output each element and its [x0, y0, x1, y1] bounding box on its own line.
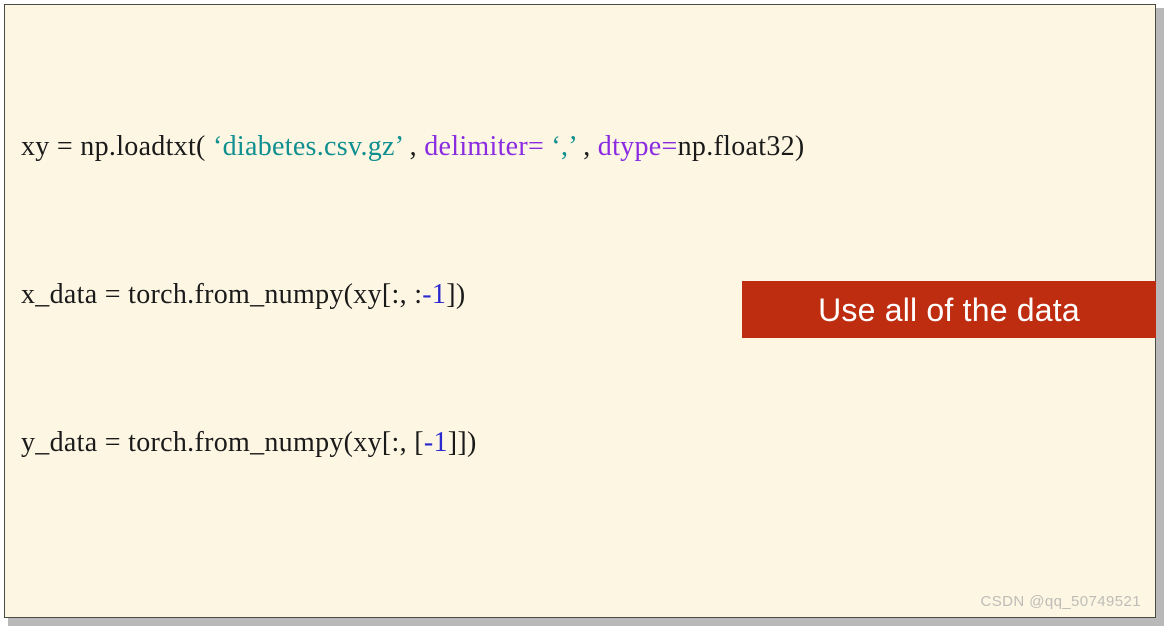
callout-banner-label: Use all of the data — [818, 291, 1080, 328]
string-literal-filename: ‘diabetes.csv.gz’ — [212, 131, 403, 162]
code-text: , — [402, 131, 425, 162]
code-text: y_data = torch.from_numpy(xy[:, [ — [21, 427, 424, 458]
watermark: CSDN @qq_50749521 — [980, 593, 1141, 610]
code-text: ]]) — [447, 427, 477, 458]
number-literal: 1 — [433, 427, 448, 458]
callout-banner: Use all of the data — [742, 281, 1156, 338]
number-literal: - — [423, 427, 434, 458]
code-listing: xy = np.loadtxt( ‘diabetes.csv.gz’ , del… — [21, 17, 805, 617]
number-literal: - — [422, 279, 432, 310]
code-text: xy = np.loadtxt( — [21, 131, 213, 162]
string-literal-comma: ‘,’ — [544, 131, 576, 162]
param-dtype: dtype= — [597, 131, 678, 162]
code-line-3: y_data = torch.from_numpy(xy[:, [-1]]) — [21, 424, 805, 461]
code-text: x_data = torch.from_numpy(xy[:, : — [21, 279, 423, 310]
code-text: ]) — [446, 279, 466, 310]
code-text: np.float32) — [677, 131, 805, 162]
param-delimiter: delimiter= — [424, 131, 545, 162]
code-line-blank-1 — [21, 572, 805, 609]
code-line-2: x_data = torch.from_numpy(xy[:, :-1]) — [21, 276, 805, 313]
code-line-1: xy = np.loadtxt( ‘diabetes.csv.gz’ , del… — [21, 128, 805, 165]
number-literal: 1 — [431, 279, 447, 310]
code-text: , — [575, 131, 598, 162]
slide-canvas: xy = np.loadtxt( ‘diabetes.csv.gz’ , del… — [0, 0, 1170, 630]
